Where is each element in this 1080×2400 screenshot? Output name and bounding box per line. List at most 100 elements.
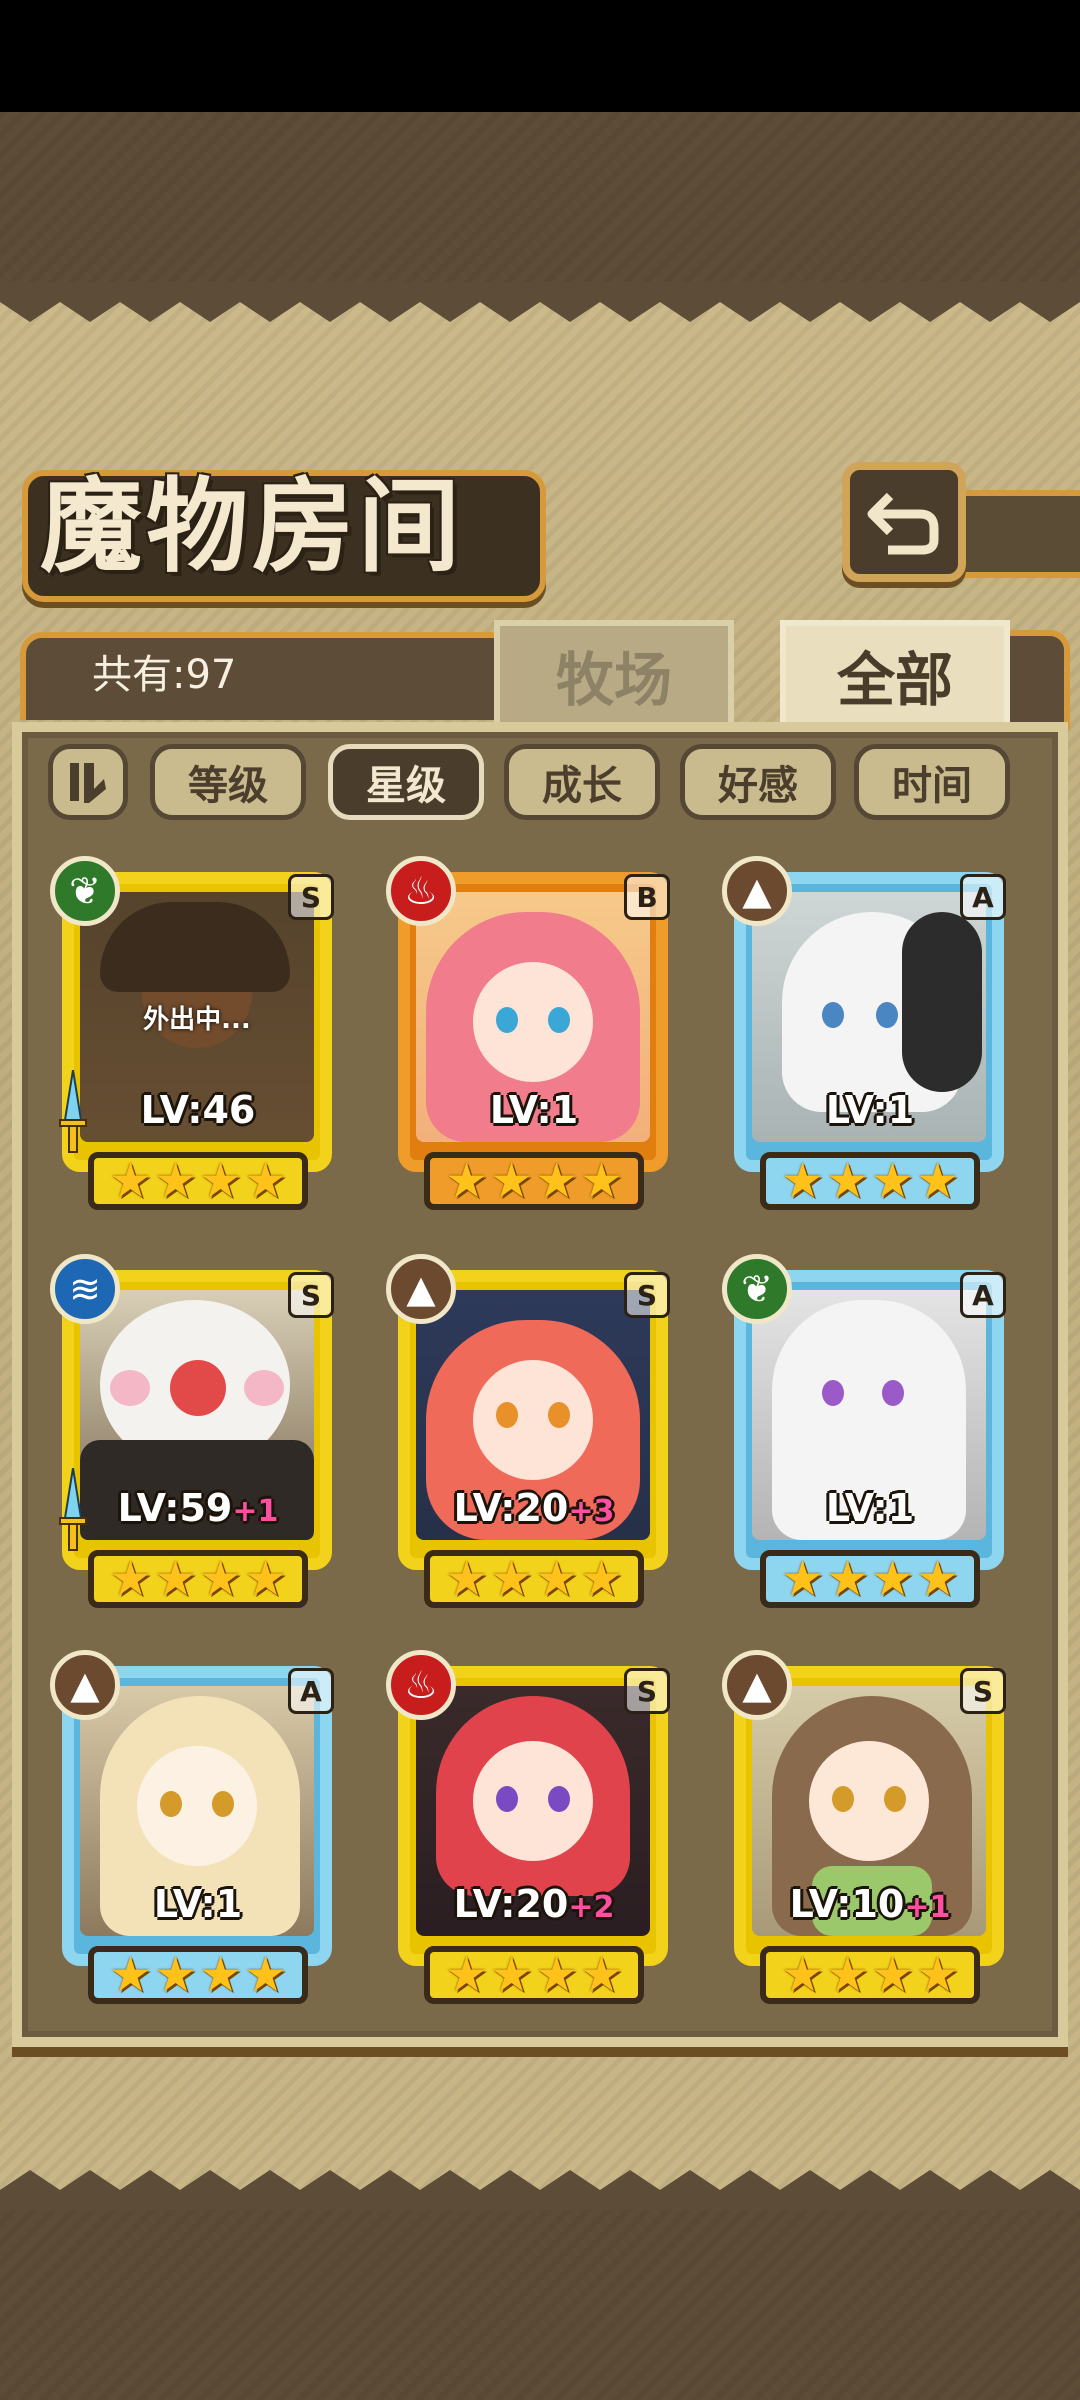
rank-badge: S bbox=[960, 1668, 1006, 1714]
star-icon: ★ bbox=[489, 1153, 533, 1209]
level-label: LV:10+1 bbox=[760, 1882, 980, 1926]
star-rating: ★ ★ ★ ★ bbox=[424, 1152, 644, 1210]
level-label: LV:1 bbox=[424, 1088, 644, 1132]
star-icon: ★ bbox=[153, 1947, 197, 2003]
wave-icon: ≋ bbox=[50, 1254, 120, 1324]
monster-card[interactable]: A ▲ LV:1 ★ ★ ★ ★ bbox=[48, 1650, 348, 2010]
star-rating: ★ ★ ★ ★ bbox=[88, 1550, 308, 1608]
flame-icon: ♨ bbox=[386, 1650, 456, 1720]
tab-all[interactable]: 全部 bbox=[780, 620, 1010, 730]
level-label: LV:46 bbox=[88, 1088, 308, 1132]
flame-icon: ♨ bbox=[386, 856, 456, 926]
star-icon: ★ bbox=[199, 1947, 243, 2003]
level-value: LV:46 bbox=[140, 1088, 256, 1132]
star-icon: ★ bbox=[916, 1551, 960, 1607]
star-icon: ★ bbox=[199, 1153, 243, 1209]
star-icon: ★ bbox=[244, 1947, 288, 2003]
star-rating: ★ ★ ★ ★ bbox=[424, 1946, 644, 2004]
torn-edge-bottom bbox=[0, 2170, 1080, 2210]
page-title: 魔物房间 bbox=[40, 467, 464, 587]
level-label: LV:1 bbox=[760, 1088, 980, 1132]
star-icon: ★ bbox=[444, 1153, 488, 1209]
star-icon: ★ bbox=[489, 1551, 533, 1607]
monster-card[interactable]: S ≋ LV:59+1 ★ ★ ★ ★ bbox=[48, 1254, 348, 1614]
star-icon: ★ bbox=[780, 1153, 824, 1209]
mountain-icon: ▲ bbox=[386, 1254, 456, 1324]
star-icon: ★ bbox=[108, 1551, 152, 1607]
level-value: LV:1 bbox=[825, 1486, 915, 1530]
level-bonus: +1 bbox=[232, 1494, 279, 1529]
star-icon: ★ bbox=[580, 1153, 624, 1209]
star-icon: ★ bbox=[780, 1947, 824, 2003]
leaf-icon: ❦ bbox=[50, 856, 120, 926]
mountain-icon: ▲ bbox=[50, 1650, 120, 1720]
star-icon: ★ bbox=[780, 1551, 824, 1607]
monster-card[interactable]: A ❦ LV:1 ★ ★ ★ ★ bbox=[720, 1254, 1020, 1614]
star-icon: ★ bbox=[825, 1153, 869, 1209]
sort-order-toggle[interactable] bbox=[48, 744, 128, 820]
monster-card[interactable]: B ♨ LV:1 ★ ★ ★ ★ bbox=[384, 856, 684, 1216]
star-icon: ★ bbox=[244, 1551, 288, 1607]
sort-time-button[interactable]: 时间 bbox=[854, 744, 1010, 820]
star-rating: ★ ★ ★ ★ bbox=[760, 1946, 980, 2004]
star-icon: ★ bbox=[535, 1947, 579, 2003]
sort-growth-button[interactable]: 成长 bbox=[504, 744, 660, 820]
star-icon: ★ bbox=[825, 1551, 869, 1607]
star-icon: ★ bbox=[871, 1153, 915, 1209]
star-icon: ★ bbox=[916, 1153, 960, 1209]
level-bonus: +1 bbox=[904, 1890, 951, 1925]
star-rating: ★ ★ ★ ★ bbox=[424, 1550, 644, 1608]
level-value: LV:59 bbox=[117, 1486, 233, 1530]
sort-bar: 等级 星级 成长 好感 时间 bbox=[48, 744, 1018, 820]
star-icon: ★ bbox=[535, 1153, 579, 1209]
level-bonus: +3 bbox=[568, 1494, 615, 1529]
star-icon: ★ bbox=[244, 1153, 288, 1209]
status-bar bbox=[0, 0, 1080, 112]
rank-badge: A bbox=[960, 1272, 1006, 1318]
star-icon: ★ bbox=[535, 1551, 579, 1607]
rank-badge: B bbox=[624, 874, 670, 920]
tab-rail bbox=[1010, 630, 1070, 730]
star-icon: ★ bbox=[871, 1551, 915, 1607]
monster-card[interactable]: A ▲ LV:1 ★ ★ ★ ★ bbox=[720, 856, 1020, 1216]
star-icon: ★ bbox=[108, 1947, 152, 2003]
star-rating: ★ ★ ★ ★ bbox=[760, 1550, 980, 1608]
rank-badge: S bbox=[288, 1272, 334, 1318]
level-value: LV:1 bbox=[489, 1088, 579, 1132]
level-bonus: +2 bbox=[568, 1890, 615, 1925]
level-value: LV:1 bbox=[153, 1882, 243, 1926]
monster-card[interactable]: S ♨ LV:20+2 ★ ★ ★ ★ bbox=[384, 1650, 684, 2010]
torn-edge-top-overlay bbox=[0, 282, 1080, 322]
rank-badge: S bbox=[624, 1668, 670, 1714]
sort-affection-button[interactable]: 好感 bbox=[680, 744, 836, 820]
rank-badge: S bbox=[624, 1272, 670, 1318]
star-rating: ★ ★ ★ ★ bbox=[88, 1946, 308, 2004]
star-icon: ★ bbox=[444, 1551, 488, 1607]
map-texture-bottom bbox=[0, 2200, 1080, 2400]
rank-badge: A bbox=[960, 874, 1006, 920]
star-icon: ★ bbox=[580, 1947, 624, 2003]
return-arrow-icon bbox=[867, 492, 939, 555]
star-icon: ★ bbox=[108, 1153, 152, 1209]
sort-order-icon bbox=[70, 763, 106, 803]
monster-card[interactable]: S ▲ LV:20+3 ★ ★ ★ ★ bbox=[384, 1254, 684, 1614]
level-label: LV:1 bbox=[88, 1882, 308, 1926]
monster-card[interactable]: S ▲ LV:10+1 ★ ★ ★ ★ bbox=[720, 1650, 1020, 2010]
mountain-icon: ▲ bbox=[722, 856, 792, 926]
star-icon: ★ bbox=[825, 1947, 869, 2003]
level-label: LV:20+2 bbox=[424, 1882, 644, 1926]
star-rating: ★ ★ ★ ★ bbox=[88, 1152, 308, 1210]
back-button[interactable] bbox=[842, 462, 966, 582]
level-value: LV:1 bbox=[825, 1088, 915, 1132]
star-icon: ★ bbox=[580, 1551, 624, 1607]
monster-card[interactable]: 外出中... S ❦ LV:46 ★ ★ ★ ★ bbox=[48, 856, 348, 1216]
tab-ranch[interactable]: 牧场 bbox=[494, 620, 734, 730]
map-texture-top bbox=[0, 112, 1080, 292]
sort-level-button[interactable]: 等级 bbox=[150, 744, 306, 820]
star-icon: ★ bbox=[199, 1551, 243, 1607]
star-icon: ★ bbox=[153, 1153, 197, 1209]
level-value: LV:20 bbox=[453, 1882, 569, 1926]
sort-star-button[interactable]: 星级 bbox=[328, 744, 484, 820]
mountain-icon: ▲ bbox=[722, 1650, 792, 1720]
rank-badge: A bbox=[288, 1668, 334, 1714]
